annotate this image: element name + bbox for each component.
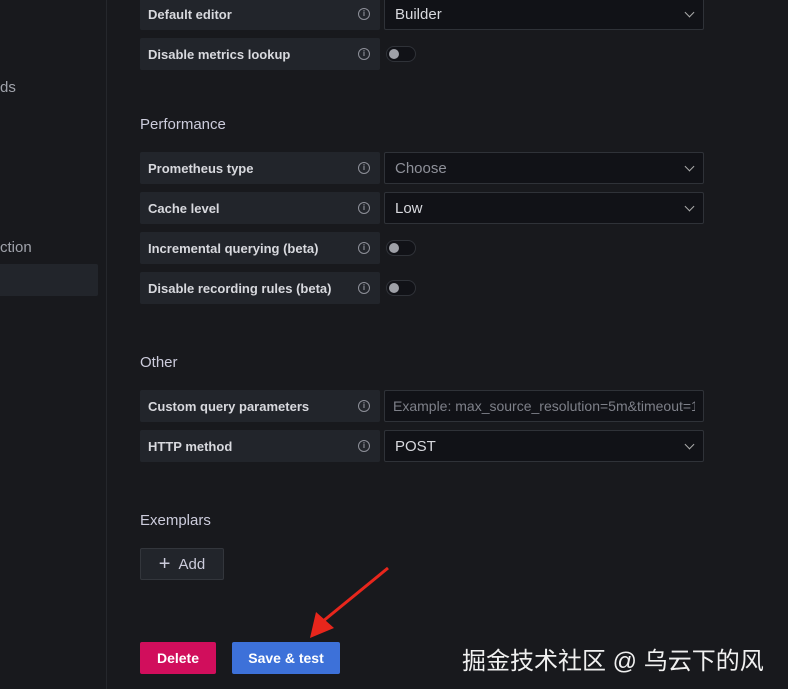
default-editor-select[interactable]: Builder [384,0,704,30]
prometheus-type-select[interactable]: Choose [384,152,704,184]
sidebar: ds ction [0,0,107,689]
custom-query-parameters-input[interactable] [384,390,704,422]
chevron-down-icon [684,161,695,171]
disable-metrics-lookup-row: Disable metrics lookup i [140,38,416,70]
cache-level-select[interactable]: Low [384,192,704,224]
chevron-down-icon [684,201,695,211]
field-label: Default editor i [140,0,380,30]
label-text: Custom query parameters [148,398,310,414]
label-text: Default editor [148,6,232,22]
label-text: Prometheus type [148,160,254,176]
select-value: POST [395,437,436,455]
cache-level-row: Cache level i Low [140,192,704,224]
chevron-down-icon [684,7,695,17]
section-title-exemplars: Exemplars [140,512,211,529]
disable-recording-rules-row: Disable recording rules (beta) i [140,272,416,304]
chevron-down-icon [684,439,695,449]
disable-metrics-lookup-toggle[interactable] [386,46,416,62]
disable-recording-rules-toggle[interactable] [386,280,416,296]
label-text: Disable recording rules (beta) [148,280,332,296]
info-icon[interactable]: i [358,440,370,452]
info-icon[interactable]: i [358,202,370,214]
http-method-row: HTTP method i POST [140,430,704,462]
label-text: HTTP method [148,438,233,454]
watermark: 掘金技术社区 @ 乌云下的风 [462,648,764,675]
info-icon[interactable]: i [358,8,370,20]
save-test-button[interactable]: Save & test [232,642,340,674]
label-text: Cache level [148,200,220,216]
field-label: Disable metrics lookup i [140,38,380,70]
default-editor-row: Default editor i Builder [140,0,704,30]
sidebar-item-dashboards[interactable]: ds [0,72,98,104]
field-label: Incremental querying (beta) i [140,232,380,264]
delete-button[interactable]: Delete [140,642,216,674]
incremental-querying-row: Incremental querying (beta) i [140,232,416,264]
select-value: Low [395,199,423,217]
info-icon[interactable]: i [358,242,370,254]
select-placeholder: Choose [395,159,447,177]
sidebar-item-label: ction [0,239,32,256]
sidebar-item-active[interactable] [0,264,98,296]
field-label: Custom query parameters i [140,390,380,422]
add-exemplar-button[interactable]: + Add [140,548,224,580]
http-method-select[interactable]: POST [384,430,704,462]
field-label: Disable recording rules (beta) i [140,272,380,304]
plus-icon: + [158,552,171,575]
add-label: Add [178,555,206,573]
sidebar-item-label: ds [0,79,16,96]
field-label: HTTP method i [140,430,380,462]
field-label: Prometheus type i [140,152,380,184]
section-title-other: Other [140,354,178,371]
info-icon[interactable]: i [358,162,370,174]
label-text: Incremental querying (beta) [148,240,319,256]
prometheus-type-row: Prometheus type i Choose [140,152,704,184]
field-label: Cache level i [140,192,380,224]
info-icon[interactable]: i [358,400,370,412]
sidebar-item-connection[interactable]: ction [0,232,98,264]
custom-query-parameters-row: Custom query parameters i [140,390,704,422]
section-title-performance: Performance [140,116,226,133]
annotation-arrow-icon [310,566,389,638]
info-icon[interactable]: i [358,48,370,60]
select-value: Builder [395,5,442,23]
incremental-querying-toggle[interactable] [386,240,416,256]
info-icon[interactable]: i [358,282,370,294]
label-text: Disable metrics lookup [148,46,291,62]
